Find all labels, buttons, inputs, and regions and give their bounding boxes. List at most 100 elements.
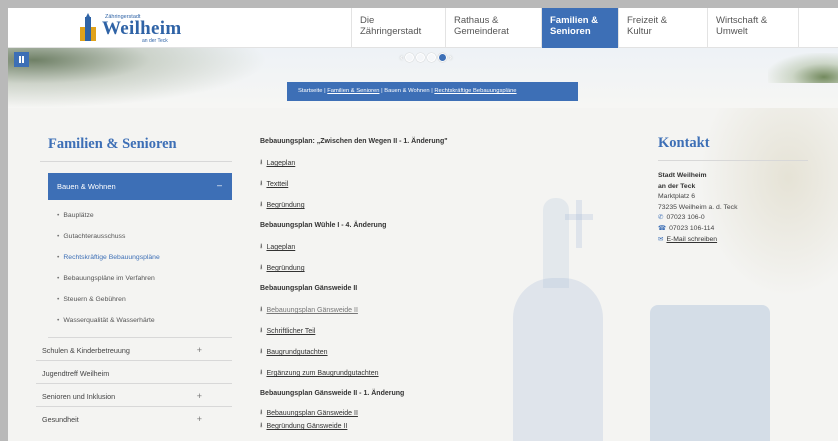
breadcrumb-current[interactable]: Rechtskräftige Bebauungspläne	[434, 88, 516, 94]
download-link-label: Begründung	[266, 202, 305, 209]
contact-phone-row[interactable]: ✆ 07023 106-0	[658, 213, 808, 224]
contact-box: Kontakt Stadt Weilheim an der Teck Markt…	[658, 135, 808, 245]
subnav-item-bauplaetze[interactable]: Bauplätze	[48, 206, 232, 227]
download-link[interactable]: ⭳ Baugrundgutachten	[260, 347, 590, 358]
logo-name: Weilheim	[102, 18, 182, 39]
nav-label-line1: Wirtschaft &	[716, 15, 768, 26]
breadcrumb-familien[interactable]: Familien & Senioren	[327, 88, 379, 94]
download-link[interactable]: ⭳ Bebauungsplan Gänsweide II	[260, 408, 590, 419]
sidebar-item-label: Schulen & Kinderbetreuung	[42, 346, 130, 355]
download-link[interactable]: ⭳ Textteil	[260, 179, 590, 190]
sidebar-subnav: Bauplätze Gutachterausschuss Rechtskräft…	[48, 206, 232, 332]
group-title: Bebauungsplan Gänsweide II	[260, 285, 358, 292]
slider-dot[interactable]	[416, 52, 425, 62]
nav-label-line2: Zähringerstadt	[360, 26, 422, 37]
slider-dot[interactable]	[427, 52, 436, 62]
download-icon: ⭳	[260, 180, 263, 187]
collapse-icon[interactable]: –	[217, 180, 222, 190]
download-icon: ⭳	[260, 422, 263, 429]
main-nav: Die Zähringerstadt Rathaus & Gemeinderat…	[351, 8, 799, 48]
contact-city: 73235 Weilheim a. d. Teck	[658, 203, 738, 211]
sidebar-item-gesundheit[interactable]: Gesundheit +	[36, 407, 232, 430]
contact-details: Stadt Weilheim an der Teck Marktplatz 6 …	[658, 171, 808, 245]
contact-org: Stadt Weilheim	[658, 172, 707, 179]
nav-item-familien[interactable]: Familien & Senioren	[541, 8, 618, 48]
nav-item-wirtschaft[interactable]: Wirtschaft & Umwelt	[707, 8, 799, 48]
sidebar-item-bauen-wohnen[interactable]: Bauen & Wohnen –	[48, 173, 232, 200]
download-icon: ⭳	[260, 409, 263, 416]
nav-label-line1: Die	[360, 15, 375, 26]
download-link[interactable]: ⭳ Schriftlicher Teil	[260, 326, 590, 337]
phone-icon: ✆	[658, 214, 664, 222]
expand-icon[interactable]: +	[197, 391, 202, 401]
download-icon: ⭳	[260, 159, 263, 166]
nav-label-line2: Umwelt	[716, 26, 748, 37]
download-icon: ⭳	[260, 369, 263, 376]
site-header: Zähringerstadt Weilheim an der Teck Die …	[8, 8, 838, 48]
download-link[interactable]: ⭳ Ergänzung zum Baugrundgutachten	[260, 368, 590, 379]
sidebar-title: Familien & Senioren	[40, 136, 232, 162]
download-link[interactable]: ⭳ Begründung	[260, 263, 590, 274]
subnav-item-im-verfahren[interactable]: Bebauungspläne im Verfahren	[48, 269, 232, 290]
subnav-item-steuern[interactable]: Steuern & Gebühren	[48, 290, 232, 311]
slider-next-arrow[interactable]: ›	[449, 52, 452, 62]
nav-item-freizeit[interactable]: Freizeit & Kultur	[618, 8, 707, 48]
sidebar-item-senioren[interactable]: Senioren und Inklusion +	[36, 384, 232, 407]
download-link-label: Textteil	[266, 181, 289, 188]
download-link-label: Schriftlicher Teil	[266, 328, 316, 335]
slider-dot[interactable]	[405, 52, 414, 62]
contact-email-link[interactable]: E-Mail schreiben	[666, 236, 717, 243]
download-link-label: Ergänzung zum Baugrundgutachten	[266, 370, 379, 377]
nav-item-zaehringerstadt[interactable]: Die Zähringerstadt	[351, 8, 445, 48]
download-icon: ⭳	[260, 264, 263, 271]
download-link[interactable]: ⭳ Begründung Gänsweide II	[260, 421, 590, 432]
download-link-label: Begründung Gänsweide II	[266, 423, 348, 430]
breadcrumb-separator: |	[431, 88, 433, 94]
expand-icon[interactable]: +	[197, 345, 202, 355]
group-title: Bebauungsplan: „Zwischen den Wegen II - …	[260, 138, 448, 145]
hero-tree-right	[768, 53, 838, 83]
contact-fax: 07023 106-114	[669, 224, 715, 232]
site-logo[interactable]: Zähringerstadt Weilheim an der Teck	[78, 12, 188, 44]
nav-label-line2: Gemeinderat	[454, 26, 509, 37]
download-link-label: Bebauungsplan Gänsweide II	[266, 410, 358, 417]
nav-label-line1: Rathaus &	[454, 15, 499, 26]
contact-phone: 07023 106-0	[666, 214, 705, 222]
slider-dot-active[interactable]	[438, 52, 447, 62]
sidebar-item-schulen[interactable]: Schulen & Kinderbetreuung +	[36, 338, 232, 361]
group-title: Bebauungsplan Gänsweide II - 1. Änderung	[260, 390, 405, 397]
contact-title: Kontakt	[658, 135, 808, 161]
subnav-item-wasserqualitaet[interactable]: Wasserqualität & Wasserhärte	[48, 311, 232, 332]
breadcrumb-separator: |	[324, 88, 326, 94]
sidebar-item-jugendtreff[interactable]: Jugendtreff Weilheim	[36, 361, 232, 384]
download-link[interactable]: ⭳ Lageplan	[260, 158, 590, 169]
download-link[interactable]: ⭳ Lageplan	[260, 242, 590, 253]
slider-pause-button[interactable]	[14, 52, 29, 67]
browser-viewport: Zähringerstadt Weilheim an der Teck Die …	[8, 8, 838, 441]
download-link-label: Begründung	[266, 265, 305, 272]
subnav-item-gutachterausschuss[interactable]: Gutachterausschuss	[48, 227, 232, 248]
nav-label-line2: Senioren	[550, 26, 591, 37]
download-icon: ⭳	[260, 327, 263, 334]
sidebar: Familien & Senioren Bauen & Wohnen – Bau…	[36, 136, 232, 430]
sidebar-item-label: Jugendtreff Weilheim	[42, 369, 110, 378]
hero-tree-left	[8, 48, 268, 108]
breadcrumb-separator: |	[381, 88, 383, 94]
download-link-label: Lageplan	[266, 160, 296, 167]
download-icon: ⭳	[260, 306, 263, 313]
contact-street: Marktplatz 6	[658, 193, 696, 201]
background-logo-shape	[650, 305, 770, 441]
nav-item-rathaus[interactable]: Rathaus & Gemeinderat	[445, 8, 541, 48]
download-icon: ⭳	[260, 201, 263, 208]
slider-prev-arrow[interactable]: ‹	[400, 52, 403, 62]
download-link[interactable]: ⭳ Begründung	[260, 200, 590, 211]
sidebar-item-label: Bauen & Wohnen	[57, 182, 116, 191]
breadcrumb-home[interactable]: Startseite	[298, 88, 323, 94]
download-link[interactable]: ⭳ Bebauungsplan Gänsweide II	[260, 305, 590, 316]
contact-email-row[interactable]: ✉ E-Mail schreiben	[658, 235, 808, 246]
logo-church-icon	[80, 13, 96, 41]
breadcrumb-bauen[interactable]: Bauen & Wohnen	[384, 88, 429, 94]
subnav-item-rechtskraeftige[interactable]: Rechtskräftige Bebauungspläne	[48, 248, 232, 269]
expand-icon[interactable]: +	[197, 414, 202, 424]
download-link-label: Baugrundgutachten	[266, 349, 328, 356]
